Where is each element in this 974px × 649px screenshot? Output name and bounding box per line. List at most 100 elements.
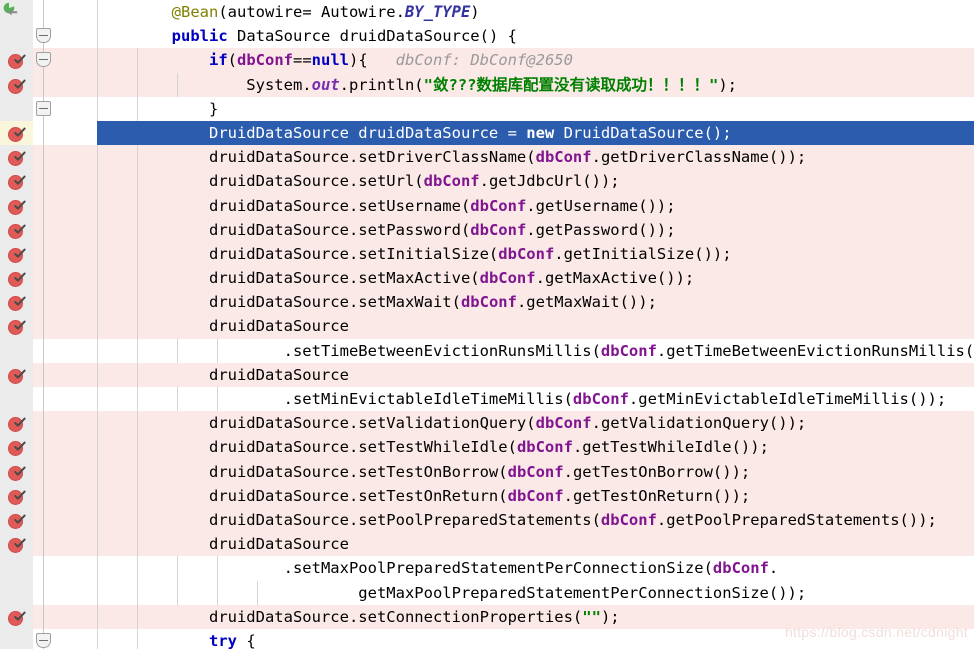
editor-rows: @Bean(autowire= Autowire.BY_TYPE) public… [0,0,974,649]
line-text: getMaxPoolPreparedStatementPerConnection… [0,581,806,605]
code-token: .getDriverClassName()); [591,148,807,167]
code-token: dbConf [712,559,769,578]
code-editor[interactable]: @Bean(autowire= Autowire.BY_TYPE) public… [0,0,974,649]
line-text: druidDataSource.setValidationQuery(dbCon… [0,411,806,435]
code-line[interactable]: druidDataSource.setUsername(dbConf.getUs… [0,193,974,218]
line-text: druidDataSource.setInitialSize(dbConf.ge… [0,242,732,266]
code-token: dbConf [423,172,480,191]
code-token: .getJdbcUrl()); [479,172,620,191]
code-line[interactable]: System.out.println("敛???数据库配置没有读取成功！！！！"… [0,72,974,97]
code-line[interactable]: if(dbConf==null){ dbConf: DbConf@2650 [0,48,974,73]
line-text: druidDataSource.setTestOnReturn(dbConf.g… [0,484,750,508]
code-token: ( [227,51,237,70]
code-token: .setMinEvictableIdleTimeMillis( [97,390,573,408]
line-text: .setMinEvictableIdleTimeMillis(dbConf.ge… [0,387,947,411]
code-token: druidDataSource [97,365,349,384]
code-token: "" [582,607,601,626]
code-token: .println( [339,75,424,94]
code-token: .getTestOnBorrow()); [563,462,751,481]
code-line[interactable]: druidDataSource.setTestWhileIdle(dbConf.… [0,435,974,460]
line-text: druidDataSource.setTestOnBorrow(dbConf.g… [0,460,750,484]
code-token: druidDataSource.setTestWhileIdle( [97,438,517,457]
code-line[interactable]: try { [0,628,974,649]
code-line[interactable]: .setMinEvictableIdleTimeMillis(dbConf.ge… [0,387,974,412]
code-line[interactable]: DruidDataSource druidDataSource = new Dr… [0,120,974,146]
code-line[interactable]: druidDataSource [0,532,974,557]
code-token: new [526,123,555,142]
code-token: dbConf [479,269,536,288]
code-token: druidDataSource.setMaxWait( [97,293,461,312]
code-line[interactable]: druidDataSource.setTestOnReturn(dbConf.g… [0,483,974,508]
code-token: .getMaxActive()); [535,269,695,288]
code-token: DruidDataSource druidDataSource = [97,123,527,142]
code-line[interactable]: druidDataSource.setInitialSize(dbConf.ge… [0,241,974,267]
line-text: druidDataSource [0,314,349,338]
code-token: druidDataSource.setUrl( [97,172,424,191]
code-token: druidDataSource.setTestOnBorrow( [97,462,508,481]
line-text: druidDataSource.setPassword(dbConf.getPa… [0,218,676,242]
code-token: .getInitialSize()); [554,244,732,263]
code-line[interactable]: druidDataSource.setPassword(dbConf.getPa… [0,217,974,242]
code-token: .setTimeBetweenEvictionRunsMillis( [97,341,601,360]
line-text: druidDataSource.setMaxWait(dbConf.getMax… [0,290,657,314]
code-token: == [293,51,312,70]
line-text: druidDataSource.setMaxActive(dbConf.getM… [0,266,694,290]
line-text: DruidDataSource druidDataSource = new Dr… [0,121,732,145]
code-token: public [171,27,228,46]
code-line[interactable]: druidDataSource.setMaxActive(dbConf.getM… [0,266,974,291]
code-token: .getMinEvictableIdleTimeMillis()); [628,390,947,408]
code-token: System. [97,75,312,94]
code-token: .getTestOnReturn()); [563,486,751,505]
code-token: dbConf [572,390,629,408]
line-text: druidDataSource.setUrl(dbConf.getJdbcUrl… [0,169,620,193]
code-token: DataSource druidDataSource() { [227,27,517,46]
code-token: .getUsername()); [526,196,676,215]
code-line[interactable]: druidDataSource.setUrl(dbConf.getJdbcUrl… [0,169,974,194]
line-text: druidDataSource.setDriverClassName(dbCon… [0,145,806,169]
code-line[interactable]: } [0,96,974,121]
code-line[interactable]: druidDataSource [0,362,974,387]
code-line[interactable]: druidDataSource.setMaxWait(dbConf.getMax… [0,290,974,315]
code-token: ){ [349,51,368,70]
code-token: druidDataSource.setDriverClassName( [97,148,536,167]
code-line[interactable]: druidDataSource.setValidationQuery(dbCon… [0,411,974,436]
line-text: } [0,97,218,121]
code-token: dbConf [470,220,527,239]
code-token: ); [718,75,737,94]
code-token: .getValidationQuery()); [591,414,807,433]
code-token: if [208,51,228,70]
code-token: null [311,51,349,70]
line-text: druidDataSource [0,532,349,556]
line-text: druidDataSource.setTestWhileIdle(dbConf.… [0,435,769,459]
code-token: ); [600,607,620,626]
code-line[interactable]: .setTimeBetweenEvictionRunsMillis(dbConf… [0,338,974,363]
line-text: .setTimeBetweenEvictionRunsMillis(dbConf… [0,339,974,363]
code-line[interactable]: .setMaxPoolPreparedStatementPerConnectio… [0,556,974,581]
line-text: if(dbConf==null){ dbConf: DbConf@2650 [0,48,573,72]
code-token: { [236,631,256,649]
code-line[interactable]: @Bean(autowire= Autowire.BY_TYPE) [0,0,974,25]
code-line[interactable]: druidDataSource.setDriverClassName(dbCon… [0,145,974,170]
code-token: .setMaxPoolPreparedStatementPerConnectio… [97,559,713,578]
code-token: druidDataSource.setInitialSize( [97,244,499,263]
code-token: @Bean [171,3,219,21]
code-line[interactable]: public DataSource druidDataSource() { [0,24,974,49]
code-token: ) [470,3,480,21]
code-token: (autowire= Autowire. [218,3,405,21]
line-text: druidDataSource.setUsername(dbConf.getUs… [0,194,676,218]
code-line[interactable]: druidDataSource [0,314,974,339]
code-line[interactable]: druidDataSource.setTestOnBorrow(dbConf.g… [0,459,974,484]
code-line[interactable]: getMaxPoolPreparedStatementPerConnection… [0,580,974,605]
code-token: druidDataSource.setTestOnReturn( [97,486,508,505]
line-text: System.out.println("敛???数据库配置没有读取成功！！！！"… [0,73,737,97]
code-token: druidDataSource [97,317,349,336]
code-token: dbConf [600,341,657,360]
code-line[interactable]: druidDataSource.setPoolPreparedStatement… [0,507,974,533]
code-token: druidDataSource.setPassword( [97,220,471,239]
code-token: dbConf: DbConf@2650 [367,51,573,70]
code-line[interactable]: druidDataSource.setConnectionProperties(… [0,604,974,629]
code-token: .getPoolPreparedStatements()); [656,510,937,529]
code-token: } [97,99,219,118]
